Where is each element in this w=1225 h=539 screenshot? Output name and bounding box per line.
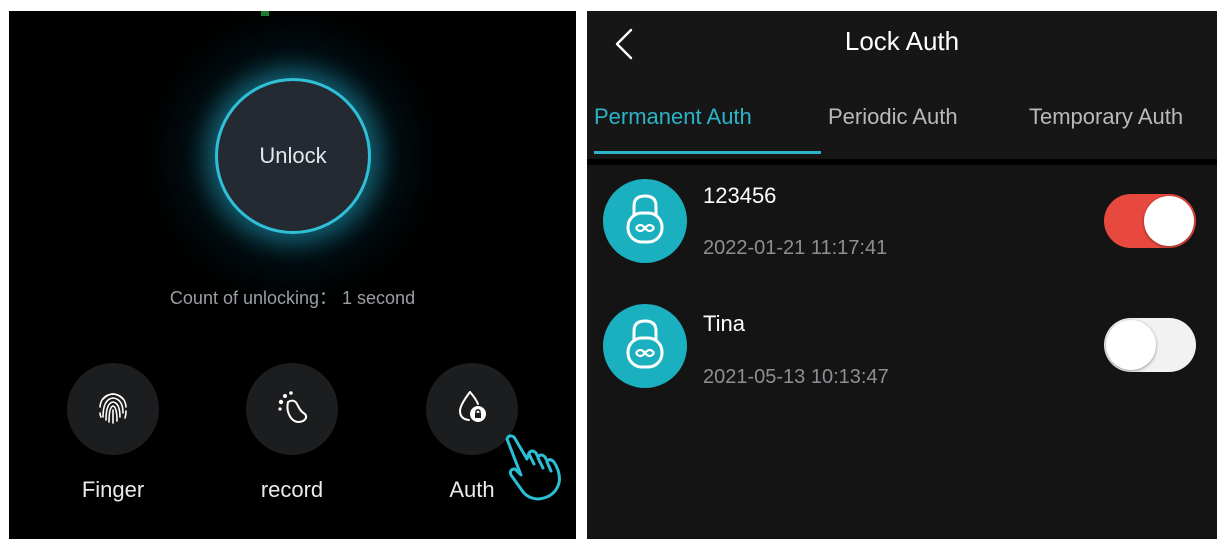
unlock-button[interactable]: Unlock [215,78,371,234]
tab-permanent-auth[interactable]: Permanent Auth [594,104,752,130]
item-date: 2022-01-21 11:17:41 [703,237,888,259]
fingerprint-icon [93,387,133,432]
active-tab-indicator [594,151,821,154]
record-button[interactable] [246,363,338,455]
toggle-knob [1106,320,1156,370]
footprint-icon [272,387,312,432]
lock-auth-screen: Lock Auth Permanent Auth Periodic Auth T… [587,11,1217,539]
avatar [603,304,687,388]
pointing-hand-icon [497,431,567,508]
item-name: Tina [703,311,745,336]
finger-label: Finger [81,477,145,502]
record-label: record [260,477,324,502]
auth-toggle-off[interactable] [1104,318,1196,372]
item-name: 123456 [703,183,777,208]
tab-temporary-auth[interactable]: Temporary Auth [1029,104,1183,130]
status-indicator [261,11,269,16]
header: Lock Auth Permanent Auth Periodic Auth T… [587,11,1217,159]
tab-periodic-auth[interactable]: Periodic Auth [828,104,958,130]
unlock-screen: Unlock Count of unlocking： 1 second Fing… [9,11,576,539]
auth-toggle-on[interactable] [1104,194,1196,248]
toggle-knob [1144,196,1194,246]
finger-button[interactable] [67,363,159,455]
page-title: Lock Auth [844,26,960,56]
item-date: 2021-05-13 10:13:47 [703,366,889,388]
unlock-count-text: Count of unlocking： 1 second [169,288,416,308]
avatar [603,179,687,263]
water-lock-icon [452,387,492,432]
padlock-icon [623,318,667,375]
divider [587,159,1217,165]
padlock-icon [623,193,667,250]
unlock-label: Unlock [259,143,327,168]
